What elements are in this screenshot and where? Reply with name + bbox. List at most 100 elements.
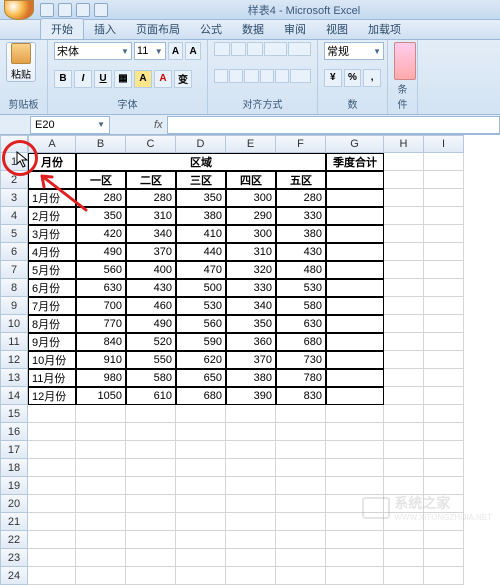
- cell[interactable]: 330: [226, 279, 276, 297]
- cell[interactable]: [424, 333, 464, 351]
- cell[interactable]: [126, 405, 176, 423]
- cell[interactable]: [424, 423, 464, 441]
- cell[interactable]: [326, 405, 384, 423]
- cell[interactable]: [384, 207, 424, 225]
- cell[interactable]: [384, 243, 424, 261]
- cell[interactable]: [384, 369, 424, 387]
- cell[interactable]: [384, 279, 424, 297]
- cell[interactable]: 380: [226, 369, 276, 387]
- cond-format-icon[interactable]: [394, 42, 416, 80]
- cell[interactable]: [326, 441, 384, 459]
- cell[interactable]: [424, 459, 464, 477]
- col-header-E[interactable]: E: [226, 135, 276, 153]
- qat-more-icon[interactable]: [94, 3, 108, 17]
- cell[interactable]: [176, 441, 226, 459]
- cell[interactable]: [76, 477, 126, 495]
- cell[interactable]: [28, 495, 76, 513]
- cell[interactable]: [276, 567, 326, 585]
- cell[interactable]: 二区: [126, 171, 176, 189]
- cell[interactable]: [226, 441, 276, 459]
- row-header[interactable]: 11: [0, 333, 28, 351]
- cell[interactable]: [384, 423, 424, 441]
- col-header-B[interactable]: B: [76, 135, 126, 153]
- cell[interactable]: [176, 531, 226, 549]
- currency-icon[interactable]: ¥: [324, 69, 342, 87]
- cell[interactable]: 月份: [28, 153, 76, 171]
- cell[interactable]: 580: [276, 297, 326, 315]
- cell[interactable]: [326, 189, 384, 207]
- cell[interactable]: [226, 531, 276, 549]
- cell[interactable]: 560: [176, 315, 226, 333]
- cell[interactable]: 370: [226, 351, 276, 369]
- cell[interactable]: [326, 351, 384, 369]
- cell[interactable]: [384, 567, 424, 585]
- row-header[interactable]: 5: [0, 225, 28, 243]
- tab-layout[interactable]: 页面布局: [126, 19, 190, 39]
- cell[interactable]: [384, 441, 424, 459]
- row-header[interactable]: 1: [0, 153, 28, 171]
- cell[interactable]: [276, 549, 326, 567]
- cell[interactable]: 290: [226, 207, 276, 225]
- cell[interactable]: [226, 567, 276, 585]
- row-header[interactable]: 7: [0, 261, 28, 279]
- cell[interactable]: 580: [126, 369, 176, 387]
- cell[interactable]: [76, 405, 126, 423]
- cell[interactable]: [126, 477, 176, 495]
- cell[interactable]: 320: [226, 261, 276, 279]
- cell[interactable]: [126, 567, 176, 585]
- cell[interactable]: 730: [276, 351, 326, 369]
- font-size-combo[interactable]: 11▼: [134, 42, 166, 60]
- cell[interactable]: [28, 549, 76, 567]
- orientation-icon[interactable]: [264, 42, 287, 56]
- cell[interactable]: [384, 387, 424, 405]
- cell[interactable]: [176, 567, 226, 585]
- cell[interactable]: [176, 513, 226, 531]
- row-header[interactable]: 15: [0, 405, 28, 423]
- cell[interactable]: 340: [226, 297, 276, 315]
- cell[interactable]: [384, 531, 424, 549]
- cell[interactable]: 10月份: [28, 351, 76, 369]
- cell[interactable]: 12月份: [28, 387, 76, 405]
- cell[interactable]: 区域: [76, 153, 326, 171]
- cell[interactable]: [28, 405, 76, 423]
- comma-icon[interactable]: ,: [363, 69, 381, 87]
- cell[interactable]: [384, 459, 424, 477]
- cell[interactable]: [326, 315, 384, 333]
- cell[interactable]: [226, 477, 276, 495]
- indent-dec-icon[interactable]: [260, 69, 274, 83]
- cell[interactable]: [176, 549, 226, 567]
- align-left-icon[interactable]: [214, 69, 228, 83]
- save-icon[interactable]: [40, 3, 54, 17]
- cell[interactable]: [326, 531, 384, 549]
- underline-button[interactable]: U: [94, 70, 112, 88]
- cell[interactable]: [424, 549, 464, 567]
- row-header[interactable]: 4: [0, 207, 28, 225]
- cell[interactable]: [28, 441, 76, 459]
- office-button[interactable]: [4, 0, 34, 20]
- cell[interactable]: [76, 567, 126, 585]
- align-bottom-icon[interactable]: [247, 42, 263, 56]
- tab-review[interactable]: 审阅: [274, 19, 316, 39]
- cell[interactable]: 8月份: [28, 315, 76, 333]
- cell[interactable]: 530: [176, 297, 226, 315]
- cell[interactable]: [176, 405, 226, 423]
- row-header[interactable]: 14: [0, 387, 28, 405]
- cell[interactable]: 350: [176, 189, 226, 207]
- cell[interactable]: [326, 459, 384, 477]
- cell[interactable]: 11月份: [28, 369, 76, 387]
- col-header-G[interactable]: G: [326, 135, 384, 153]
- cell[interactable]: [76, 513, 126, 531]
- cell[interactable]: 980: [76, 369, 126, 387]
- row-header[interactable]: 23: [0, 549, 28, 567]
- select-all-button[interactable]: [0, 135, 28, 153]
- cell[interactable]: [326, 225, 384, 243]
- italic-button[interactable]: I: [74, 70, 92, 88]
- align-top-icon[interactable]: [214, 42, 230, 56]
- cell[interactable]: 830: [276, 387, 326, 405]
- cell[interactable]: [384, 171, 424, 189]
- cell[interactable]: [126, 495, 176, 513]
- tab-formulas[interactable]: 公式: [190, 19, 232, 39]
- cell[interactable]: [424, 387, 464, 405]
- cell[interactable]: 470: [176, 261, 226, 279]
- cell[interactable]: [176, 423, 226, 441]
